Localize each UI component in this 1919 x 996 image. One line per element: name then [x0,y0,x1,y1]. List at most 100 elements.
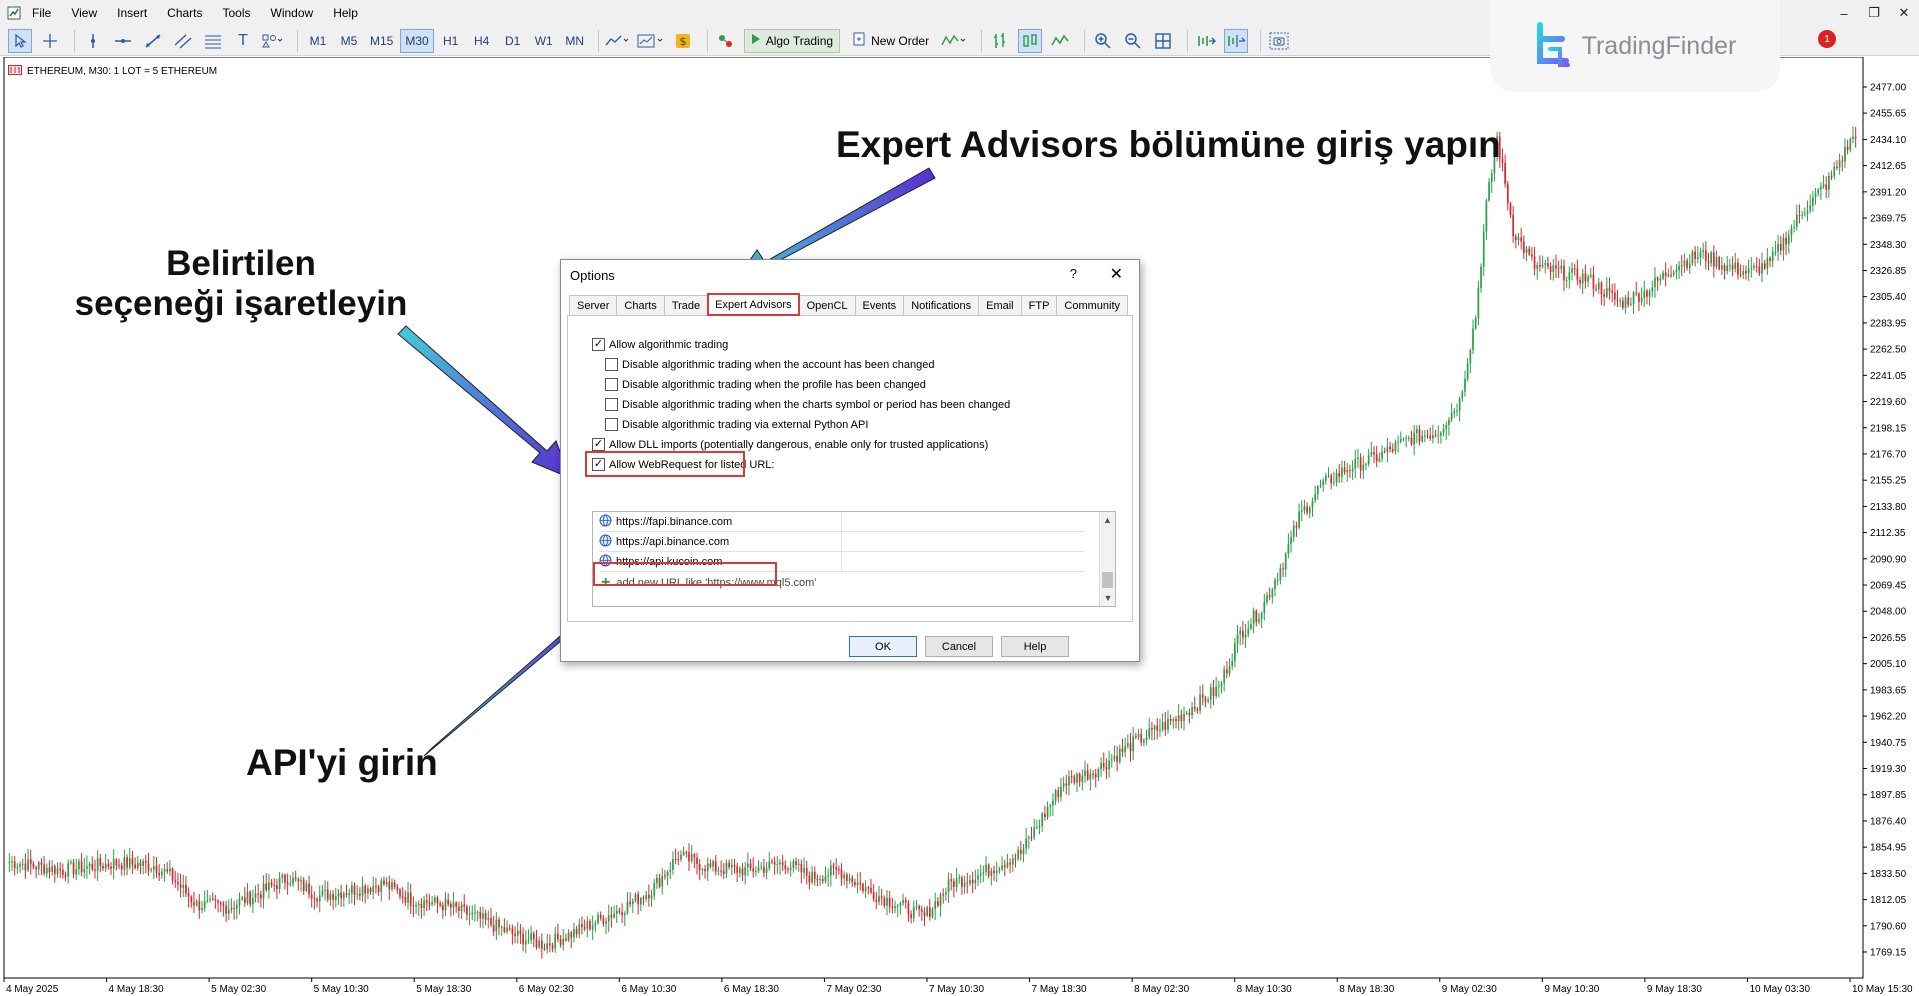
candle-body [1116,755,1118,762]
line-chart-icon[interactable] [1048,29,1072,53]
option-allow-dll-imports[interactable]: ✓ Allow DLL imports (potentially dangero… [592,438,988,451]
notification-badge[interactable]: 1 [1818,30,1836,48]
help-button[interactable]: Help [1001,636,1069,657]
restore-icon[interactable]: ❐ [1859,5,1889,21]
scroll-down-icon[interactable]: ▼ [1100,590,1116,606]
close-window-icon[interactable]: ✕ [1889,5,1919,21]
chart-type-icon[interactable] [605,29,631,53]
checkbox-unchecked[interactable] [605,358,618,371]
menu-view[interactable]: View [71,6,97,20]
candle-body [896,905,899,907]
url-row[interactable]: https://api.binance.com [599,531,1085,552]
tab-community[interactable]: Community [1056,295,1129,315]
close-icon[interactable]: ✕ [1110,264,1123,284]
url-list-scrollbar[interactable]: ▲ ▼ [1099,512,1115,606]
option-disable-on-account-change[interactable]: Disable algorithmic trading when the acc… [605,358,934,371]
timeframe-d1[interactable]: D1 [499,29,527,53]
ok-button[interactable]: OK [849,636,917,657]
horizontal-line-icon[interactable] [111,29,135,53]
shapes-icon[interactable] [261,29,285,53]
y-tick-label: 2026.55 [1870,633,1907,644]
candle-body [294,877,297,880]
candle-body [1003,865,1006,868]
menu-file[interactable]: File [32,6,51,20]
checkbox-unchecked[interactable] [605,398,618,411]
candle-body [1686,260,1688,268]
timeframe-w1[interactable]: W1 [530,29,558,53]
candle-body [249,891,252,905]
option-disable-python-api[interactable]: Disable algorithmic trading via external… [605,418,868,431]
timeframe-m5[interactable]: M5 [335,29,363,53]
screenshot-icon[interactable] [1267,29,1291,53]
bar-chart-icon[interactable] [988,29,1012,53]
menu-tools[interactable]: Tools [223,6,251,20]
candle-body [1180,714,1183,721]
url-row[interactable]: https://fapi.binance.com [599,511,1085,532]
menu-window[interactable]: Window [271,6,314,20]
minimize-icon[interactable]: – [1829,6,1859,21]
checkbox-unchecked[interactable] [605,418,618,431]
menu-insert[interactable]: Insert [117,6,147,20]
cancel-button[interactable]: Cancel [925,636,993,657]
checkbox-checked[interactable]: ✓ [592,438,605,451]
equidistant-channel-icon[interactable] [171,29,195,53]
tab-email[interactable]: Email [978,295,1022,315]
timeframe-h1[interactable]: H1 [437,29,465,53]
candle-body [107,863,110,867]
fibonacci-icon[interactable] [201,29,225,53]
text-tool-icon[interactable]: T [231,29,255,53]
auto-scroll-icon[interactable] [1194,29,1218,53]
candle-body [67,863,70,877]
crosshair-icon[interactable] [38,29,62,53]
candle-body [1830,175,1833,177]
x-tick-label: 9 May 02:30 [1442,984,1497,995]
option-allow-algo-trading[interactable]: ✓ Allow algorithmic trading [592,338,728,351]
new-order-button[interactable]: New Order [846,29,935,53]
cursor-icon[interactable] [8,28,32,53]
tab-charts[interactable]: Charts [616,295,665,315]
algo-trading-button[interactable]: Algo Trading [743,28,841,53]
dollar-icon[interactable]: $ [671,29,695,53]
strategy-tester-icon[interactable] [714,29,738,53]
candle-body [993,870,995,874]
vertical-line-icon[interactable] [81,29,105,53]
menu-charts[interactable]: Charts [167,6,202,20]
url-list[interactable]: https://fapi.binance.com https://api.bin… [592,511,1116,607]
candle-body [648,894,650,899]
candle-body [540,940,543,949]
tab-expert-advisors[interactable]: Expert Advisors [707,293,800,316]
tab-ftp[interactable]: FTP [1020,295,1058,315]
tab-opencl[interactable]: OpenCL [798,295,856,315]
menu-help[interactable]: Help [333,6,358,20]
option-disable-on-symbol-change[interactable]: Disable algorithmic trading when the cha… [605,398,1010,411]
tab-trade[interactable]: Trade [663,295,709,315]
tab-events[interactable]: Events [854,295,905,315]
checkbox-checked[interactable]: ✓ [592,338,605,351]
tab-server[interactable]: Server [569,295,618,315]
indicators-icon[interactable] [941,29,969,53]
timeframe-h4[interactable]: H4 [468,29,496,53]
checkbox-unchecked[interactable] [605,378,618,391]
timeframe-mn[interactable]: MN [561,29,589,53]
scroll-thumb[interactable] [1102,572,1113,588]
zoom-out-icon[interactable] [1121,29,1145,53]
templates-icon[interactable] [637,29,665,53]
option-disable-on-profile-change[interactable]: Disable algorithmic trading when the pro… [605,378,926,391]
zoom-in-icon[interactable] [1091,29,1115,53]
tab-notifications[interactable]: Notifications [903,295,980,315]
timeframe-m1[interactable]: M1 [304,29,332,53]
chart-shift-icon[interactable] [1224,28,1249,53]
tile-windows-icon[interactable] [1151,29,1175,53]
candlestick-icon[interactable] [1018,28,1043,53]
candle-body [575,929,578,935]
candle-body [1094,774,1097,778]
timeframe-m15[interactable]: M15 [366,29,397,53]
candle-body [864,887,867,891]
candle-body [1737,262,1739,275]
candle-body [466,906,468,915]
candle-body [1030,837,1033,839]
timeframe-m30[interactable]: M30 [400,28,434,53]
trendline-icon[interactable] [141,29,165,53]
help-icon[interactable]: ? [1070,266,1077,281]
scroll-up-icon[interactable]: ▲ [1100,512,1115,528]
